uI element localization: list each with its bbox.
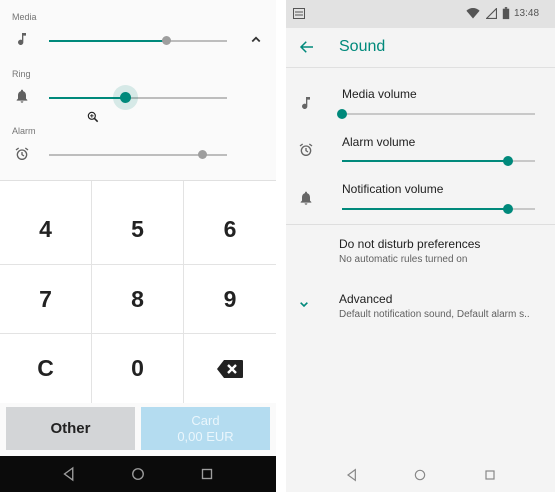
key-6[interactable]: 6: [184, 195, 276, 264]
media-volume-slider[interactable]: [342, 113, 535, 115]
ring-volume-slider[interactable]: [49, 97, 227, 99]
media-volume-thumb[interactable]: [161, 36, 171, 45]
chevron-up-icon[interactable]: [246, 31, 266, 49]
alarm-volume-thumb[interactable]: [502, 156, 513, 166]
recents-square-icon[interactable]: [198, 465, 216, 483]
card-button-amount: 0,00 EUR: [177, 428, 234, 444]
keyboard-notification-icon: [293, 8, 305, 19]
back-arrow-icon[interactable]: [298, 38, 316, 56]
ring-volume-label: Ring: [12, 69, 31, 79]
other-payment-button[interactable]: Other: [6, 407, 135, 450]
media-volume-label: Media: [12, 12, 37, 22]
notification-volume-label: Notification volume: [342, 182, 444, 196]
zoom-cursor-icon: [87, 111, 99, 123]
media-volume-thumb[interactable]: [337, 109, 347, 119]
navigation-bar: [0, 456, 276, 492]
key-4[interactable]: 4: [0, 195, 91, 264]
signal-icon: [486, 8, 497, 19]
right-phone-screen: 13:48 Sound Media volume Alarm volume No…: [286, 0, 555, 492]
key-0[interactable]: 0: [92, 334, 183, 403]
alarm-clock-icon: [15, 147, 29, 160]
app-toolbar: Sound: [286, 28, 555, 68]
advanced-title: Advanced: [339, 292, 393, 306]
battery-icon: [502, 7, 510, 20]
alarm-volume-label: Alarm: [12, 126, 36, 136]
media-volume-slider[interactable]: [49, 40, 227, 42]
advanced-subtitle: Default notification sound, Default alar…: [339, 309, 530, 320]
key-8[interactable]: 8: [92, 265, 183, 333]
bell-icon: [300, 191, 312, 205]
dnd-title: Do not disturb preferences: [339, 237, 481, 251]
backspace-icon: [217, 359, 243, 378]
numeric-keypad: 4 5 6 7 8 9 C 0: [0, 180, 276, 403]
left-phone-screen: Media Ring Alarm 4 5 6 7 8 9 C 0 Other C…: [0, 0, 276, 492]
status-time: 13:48: [514, 8, 540, 19]
wifi-icon: [466, 8, 480, 19]
backspace-key[interactable]: [184, 334, 276, 403]
ring-volume-thumb[interactable]: [120, 92, 132, 103]
music-note-icon: [302, 97, 310, 110]
bell-icon: [16, 89, 28, 103]
key-5[interactable]: 5: [92, 195, 183, 264]
media-volume-label: Media volume: [342, 87, 417, 101]
card-button-label: Card: [191, 412, 220, 428]
navigation-bar: [286, 458, 555, 492]
key-9[interactable]: 9: [184, 265, 276, 333]
key-clear[interactable]: C: [0, 334, 91, 403]
notification-volume-thumb[interactable]: [502, 204, 513, 214]
back-triangle-icon[interactable]: [344, 467, 360, 483]
screenshot-root: Media Ring Alarm 4 5 6 7 8 9 C 0 Other C…: [0, 0, 555, 492]
music-note-icon: [18, 33, 26, 46]
alarm-volume-label: Alarm volume: [342, 135, 416, 149]
volume-panel: Media Ring Alarm: [0, 0, 276, 180]
section-divider: [286, 224, 555, 225]
key-7[interactable]: 7: [0, 265, 91, 333]
alarm-volume-thumb[interactable]: [197, 150, 207, 159]
back-triangle-icon[interactable]: [60, 465, 78, 483]
card-payment-button[interactable]: Card 0,00 EUR: [141, 407, 270, 450]
alarm-clock-icon: [299, 143, 313, 156]
chevron-down-icon: [300, 302, 308, 308]
dnd-subtitle: No automatic rules turned on: [339, 254, 468, 265]
home-circle-icon[interactable]: [129, 465, 147, 483]
recents-square-icon[interactable]: [482, 467, 498, 483]
status-bar: 13:48: [286, 0, 555, 28]
home-circle-icon[interactable]: [412, 467, 428, 483]
page-title: Sound: [339, 38, 386, 55]
